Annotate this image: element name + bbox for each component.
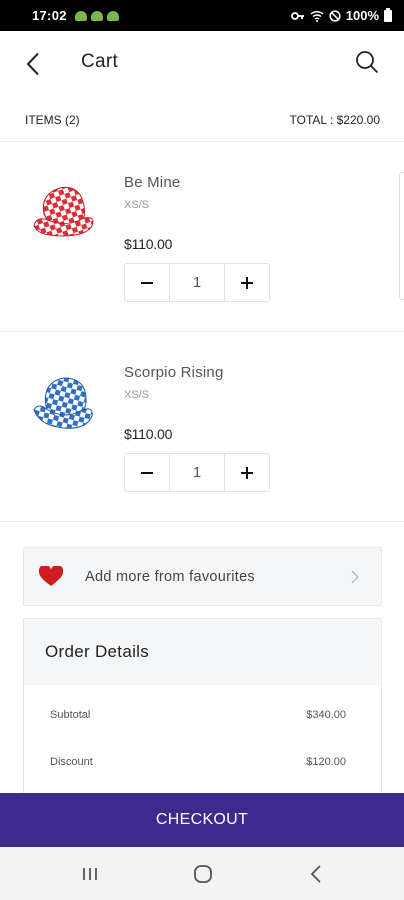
- search-button[interactable]: [352, 47, 382, 77]
- recents-icon: [83, 868, 97, 880]
- discount-row: Discount $120.00: [50, 756, 346, 768]
- cart-item: Scorpio Rising XS/S $110.00 1: [0, 332, 404, 522]
- quantity-value: 1: [169, 454, 225, 491]
- cart-total: TOTAL : $220.00: [289, 112, 381, 127]
- android-icon: [106, 10, 119, 21]
- plus-icon: [241, 466, 253, 479]
- item-name[interactable]: Scorpio Rising: [124, 364, 224, 381]
- back-icon: [310, 865, 321, 883]
- product-image: [33, 186, 94, 237]
- quantity-stepper: 1: [124, 453, 270, 492]
- items-count: ITEMS (2): [25, 112, 80, 127]
- cart-item: Be Mine XS/S $110.00 1: [0, 142, 404, 332]
- do-not-disturb-icon: [329, 9, 341, 22]
- search-icon: [356, 51, 379, 74]
- system-nav-bar: [0, 847, 404, 900]
- item-size: XS/S: [124, 199, 150, 211]
- add-from-favourites-button[interactable]: Add more from favourites: [23, 547, 382, 606]
- item-price: $110.00: [124, 236, 173, 252]
- decrease-button[interactable]: [125, 454, 169, 491]
- decrease-button[interactable]: [125, 264, 169, 301]
- swipe-action-card[interactable]: [399, 172, 404, 300]
- page-title: Cart: [81, 51, 119, 72]
- home-button[interactable]: [190, 861, 216, 887]
- item-size: XS/S: [124, 389, 150, 401]
- favourites-label: Add more from favourites: [85, 569, 255, 585]
- home-icon: [194, 865, 212, 883]
- subtotal-label: Subtotal: [50, 709, 91, 721]
- status-time: 17:02: [32, 8, 67, 23]
- quantity-value: 1: [169, 264, 225, 301]
- back-button[interactable]: [18, 49, 48, 79]
- minus-icon: [141, 471, 153, 474]
- discount-label: Discount: [50, 756, 93, 768]
- android-icon: [74, 10, 87, 21]
- quantity-stepper: 1: [124, 263, 270, 302]
- app-bar: Cart: [0, 31, 404, 95]
- checkout-button[interactable]: CHECKOUT: [0, 793, 404, 847]
- order-details-card: Order Details Subtotal $340.00 Discount …: [23, 618, 382, 798]
- system-back-button[interactable]: [303, 861, 329, 887]
- wifi-icon: [310, 10, 324, 22]
- heart-icon: [39, 566, 63, 586]
- discount-value: $120.00: [306, 756, 346, 768]
- order-details-title: Order Details: [24, 619, 381, 685]
- status-bar: 17:02 100%: [0, 0, 404, 31]
- minus-icon: [141, 281, 153, 284]
- product-image: [33, 377, 93, 429]
- key-icon: [290, 11, 304, 20]
- item-name[interactable]: Be Mine: [124, 174, 180, 191]
- notification-icons: [74, 10, 119, 21]
- recents-button[interactable]: [77, 861, 103, 887]
- increase-button[interactable]: [225, 264, 269, 301]
- android-icon: [90, 10, 103, 21]
- system-icons: 100%: [290, 7, 392, 23]
- battery-percent: 100%: [345, 8, 379, 23]
- battery-icon: [384, 7, 392, 22]
- cart-summary: ITEMS (2) TOTAL : $220.00: [0, 98, 404, 142]
- subtotal-value: $340.00: [306, 709, 346, 721]
- chevron-left-icon: [26, 52, 39, 76]
- increase-button[interactable]: [225, 454, 269, 491]
- subtotal-row: Subtotal $340.00: [50, 709, 346, 721]
- plus-icon: [241, 276, 253, 289]
- chevron-right-icon: [351, 570, 359, 584]
- item-price: $110.00: [124, 426, 173, 442]
